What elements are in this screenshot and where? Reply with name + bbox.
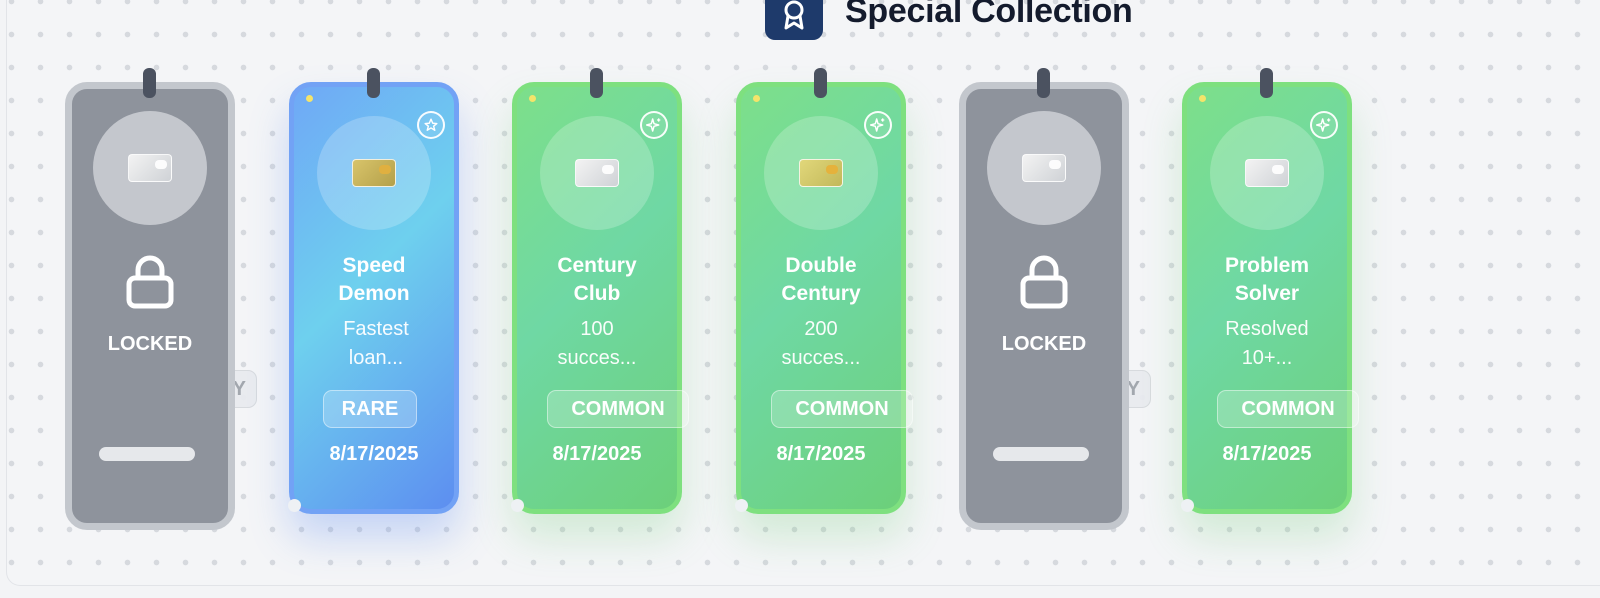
unlock-date: 8/17/2025 bbox=[552, 443, 642, 465]
unlock-date: 8/17/2025 bbox=[1222, 443, 1312, 465]
collection-panel: Special Collection RY LOCKED bbox=[6, 0, 1600, 586]
rarity-badge: COMMON bbox=[771, 390, 913, 428]
credit-card-icon bbox=[128, 154, 172, 182]
hanger-hook bbox=[143, 68, 156, 98]
corner-dot bbox=[511, 499, 524, 512]
lock-icon bbox=[1019, 254, 1069, 315]
hanger-hook bbox=[814, 68, 827, 98]
card-body: Century Club 100 succes... COMMON 8/17/2… bbox=[511, 82, 689, 514]
hanger-hook bbox=[367, 68, 380, 98]
rarity-badge: RARE bbox=[323, 390, 417, 428]
sparkle-dot bbox=[753, 95, 760, 102]
achievement-title: Century Club bbox=[557, 254, 637, 305]
achievement-card-problem-solver[interactable]: Problem Solver Resolved 10+... COMMON 8/… bbox=[1181, 68, 1402, 518]
corner-dot bbox=[288, 499, 301, 512]
achievement-description: Resolved 10+... bbox=[1225, 318, 1309, 369]
hanger-hook bbox=[1037, 68, 1050, 98]
locked-label: LOCKED bbox=[107, 333, 193, 355]
lock-icon bbox=[125, 254, 175, 315]
achievement-card-locked[interactable]: RY LOCKED bbox=[959, 68, 1169, 538]
achievement-description: 200 succes... bbox=[781, 318, 861, 369]
rarity-badge: COMMON bbox=[1217, 390, 1359, 428]
achievement-card-double-century[interactable]: Double Century 200 succes... COMMON 8/17… bbox=[735, 68, 956, 518]
achievement-card-locked[interactable]: RY LOCKED bbox=[65, 68, 257, 538]
locked-progress-bar bbox=[993, 447, 1089, 461]
card-body: Double Century 200 succes... COMMON 8/17… bbox=[735, 82, 913, 514]
sparkle-dot bbox=[529, 95, 536, 102]
achievement-description: 100 succes... bbox=[557, 318, 637, 369]
sparkle-icon bbox=[1310, 111, 1338, 139]
star-icon bbox=[417, 111, 445, 139]
credit-card-icon bbox=[799, 159, 843, 187]
achievement-orb bbox=[987, 111, 1101, 225]
locked-progress-bar bbox=[99, 447, 195, 461]
award-ribbon-icon bbox=[765, 0, 823, 40]
sparkle-dot bbox=[306, 95, 313, 102]
achievement-card-century-club[interactable]: Century Club 100 succes... COMMON 8/17/2… bbox=[511, 68, 732, 518]
corner-dot bbox=[1181, 499, 1194, 512]
achievement-card-speed-demon[interactable]: Speed Demon Fastest loan... RARE 8/17/20… bbox=[288, 68, 459, 518]
hanger-hook bbox=[590, 68, 603, 98]
locked-card-body: LOCKED bbox=[959, 82, 1129, 530]
achievement-orb bbox=[317, 116, 431, 230]
card-body: Speed Demon Fastest loan... RARE 8/17/20… bbox=[288, 82, 459, 514]
sparkle-icon bbox=[640, 111, 668, 139]
locked-label: LOCKED bbox=[1001, 333, 1087, 355]
achievement-description: Fastest loan... bbox=[343, 318, 409, 369]
achievement-title: Problem Solver bbox=[1224, 254, 1310, 305]
credit-card-icon bbox=[352, 159, 396, 187]
hanger-hook bbox=[1260, 68, 1273, 98]
unlock-date: 8/17/2025 bbox=[776, 443, 866, 465]
achievement-title: Speed Demon bbox=[338, 254, 410, 305]
achievement-orb bbox=[540, 116, 654, 230]
credit-card-icon bbox=[575, 159, 619, 187]
sparkle-icon bbox=[864, 111, 892, 139]
achievement-title: Double Century bbox=[781, 254, 861, 305]
achievement-orb bbox=[93, 111, 207, 225]
sparkle-dot bbox=[1199, 95, 1206, 102]
achievement-orb bbox=[1210, 116, 1324, 230]
corner-dot bbox=[735, 499, 748, 512]
card-body: Problem Solver Resolved 10+... COMMON 8/… bbox=[1181, 82, 1359, 514]
achievement-orb bbox=[764, 116, 878, 230]
collection-title: Special Collection bbox=[845, 0, 1133, 30]
locked-card-body: LOCKED bbox=[65, 82, 235, 530]
rarity-badge: COMMON bbox=[547, 390, 689, 428]
credit-card-icon bbox=[1245, 159, 1289, 187]
collection-header: Special Collection bbox=[765, 0, 1133, 40]
credit-card-icon bbox=[1022, 154, 1066, 182]
unlock-date: 8/17/2025 bbox=[329, 443, 419, 465]
